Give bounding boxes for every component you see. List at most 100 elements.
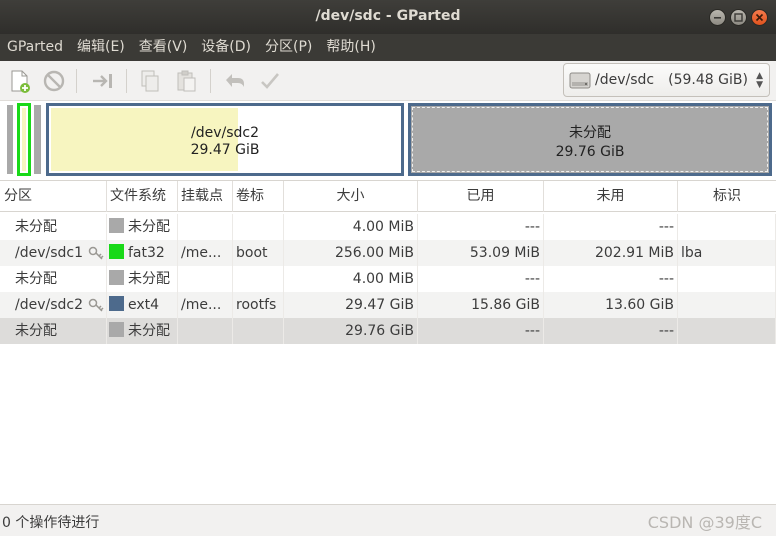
diskmap-partition-sdc2[interactable]: /dev/sdc2 29.47 GiB (46, 103, 404, 176)
cell-mount (178, 214, 233, 240)
status-bar: 0 个操作待进行 CSDN @39度C (0, 504, 776, 536)
partition-table: 分区 文件系统 挂载点 卷标 大小 已用 未用 标识 未分配 未分配 4.00 Mi… (0, 180, 776, 504)
cell-label (233, 266, 284, 292)
cell-mount: /me... (178, 292, 233, 318)
paste-icon (177, 70, 196, 92)
table-row[interactable]: 未分配 未分配 4.00 MiB --- --- (0, 214, 776, 240)
cell-partition: 未分配 (0, 214, 107, 240)
diskmap-unallocated-small[interactable] (32, 103, 43, 176)
filesystem-color-swatch (109, 270, 124, 285)
menu-help[interactable]: 帮助(H) (319, 34, 382, 61)
filesystem-name: ext4 (128, 297, 160, 313)
close-button[interactable] (751, 9, 768, 26)
title-bar: /dev/sdc - GParted (0, 0, 776, 34)
cell-used: --- (418, 266, 544, 292)
delete-button[interactable] (40, 67, 68, 95)
header-size[interactable]: 大小 (284, 181, 418, 212)
cell-mount: /me... (178, 240, 233, 266)
cell-label (233, 214, 284, 240)
apply-icon (261, 73, 279, 89)
resize-move-button[interactable] (88, 67, 116, 95)
cell-unused: --- (544, 266, 678, 292)
filesystem-name: 未分配 (128, 219, 170, 235)
minimize-button[interactable] (709, 9, 726, 26)
toolbar-separator (126, 69, 127, 93)
cell-mount (178, 318, 233, 344)
filesystem-color-swatch (109, 218, 124, 233)
cell-unused: 13.60 GiB (544, 292, 678, 318)
table-row[interactable]: 未分配 未分配 4.00 MiB --- --- (0, 266, 776, 292)
header-filesystem[interactable]: 文件系统 (107, 181, 178, 212)
close-icon (755, 13, 764, 22)
header-label[interactable]: 卷标 (233, 181, 284, 212)
filesystem-name: 未分配 (128, 271, 170, 287)
cell-mount (178, 266, 233, 292)
disk-graphic: /dev/sdc2 29.47 GiB 未分配 29.76 GiB (0, 101, 776, 179)
new-partition-button[interactable] (6, 67, 34, 95)
filesystem-name: 未分配 (128, 323, 170, 339)
header-partition[interactable]: 分区 (0, 181, 107, 212)
menu-device[interactable]: 设备(D) (194, 34, 258, 61)
cell-fs: 未分配 (107, 318, 178, 344)
diskmap-partition-sdc1[interactable] (17, 103, 31, 176)
menu-view[interactable]: 查看(V) (132, 34, 195, 61)
menu-edit[interactable]: 编辑(E) (70, 34, 132, 61)
undo-icon (226, 74, 244, 87)
minimize-icon (714, 17, 721, 19)
cell-flags (678, 318, 776, 344)
cell-fs: 未分配 (107, 214, 178, 240)
maximize-icon (734, 13, 743, 22)
cell-flags (678, 214, 776, 240)
table-row[interactable]: /dev/sdc1 fat32/me... boot 256.00 MiB 53.09 … (0, 240, 776, 266)
cell-size: 4.00 MiB (284, 266, 418, 292)
filesystem-name: fat32 (128, 245, 165, 261)
cell-used: --- (418, 214, 544, 240)
disk-drive-icon (569, 72, 591, 89)
cell-unused: --- (544, 318, 678, 344)
cell-label: rootfs (233, 292, 284, 318)
cell-partition: 未分配 (0, 318, 107, 344)
cell-flags (678, 266, 776, 292)
cell-used: 53.09 MiB (418, 240, 544, 266)
apply-button[interactable] (256, 67, 284, 95)
device-size: (59.48 GiB) (668, 72, 748, 88)
table-row[interactable]: /dev/sdc2 ext4/me... rootfs 29.47 GiB 15.86 … (0, 292, 776, 318)
cell-size: 4.00 MiB (284, 214, 418, 240)
diskmap-partition-name: /dev/sdc2 (190, 125, 259, 141)
filesystem-color-swatch (109, 296, 124, 311)
toolbar-separator (76, 69, 77, 93)
cell-partition: 未分配 (0, 266, 107, 292)
menu-partition[interactable]: 分区(P) (258, 34, 319, 61)
header-mountpoint[interactable]: 挂载点 (178, 181, 233, 212)
filesystem-color-swatch (109, 322, 124, 337)
diskmap-unallocated-size: 29.76 GiB (555, 144, 625, 160)
copy-button[interactable] (136, 67, 164, 95)
cell-used: 15.86 GiB (418, 292, 544, 318)
cell-flags (678, 292, 776, 318)
toolbar-separator (210, 69, 211, 93)
diskmap-unallocated-large[interactable]: 未分配 29.76 GiB (408, 103, 772, 176)
undo-button[interactable] (220, 67, 248, 95)
menu-bar: GParted 编辑(E) 查看(V) 设备(D) 分区(P) 帮助(H) (0, 34, 776, 61)
device-selector[interactable]: /dev/sdc (59.48 GiB) ▲ ▼ (563, 63, 770, 97)
cell-unused: 202.91 MiB (544, 240, 678, 266)
maximize-button[interactable] (730, 9, 747, 26)
window-title: /dev/sdc - GParted (315, 8, 461, 24)
cell-fs: ext4 (107, 292, 178, 318)
table-row[interactable]: 未分配 未分配 29.76 GiB --- --- (0, 318, 776, 344)
cell-fs: 未分配 (107, 266, 178, 292)
copy-icon (141, 70, 159, 92)
resize-move-icon (93, 74, 112, 88)
diskmap-unallocated-small[interactable] (5, 103, 15, 176)
header-used[interactable]: 已用 (418, 181, 544, 212)
table-header: 分区 文件系统 挂载点 卷标 大小 已用 未用 标识 (0, 181, 776, 212)
paste-button[interactable] (172, 67, 200, 95)
menu-gparted[interactable]: GParted (0, 34, 70, 61)
header-flags[interactable]: 标识 (678, 181, 776, 212)
new-partition-icon (11, 70, 30, 93)
delete-icon (43, 70, 65, 92)
header-unused[interactable]: 未用 (544, 181, 678, 212)
cell-used: --- (418, 318, 544, 344)
spinner-arrows-icon: ▲ ▼ (756, 71, 763, 90)
filesystem-color-swatch (109, 244, 124, 259)
